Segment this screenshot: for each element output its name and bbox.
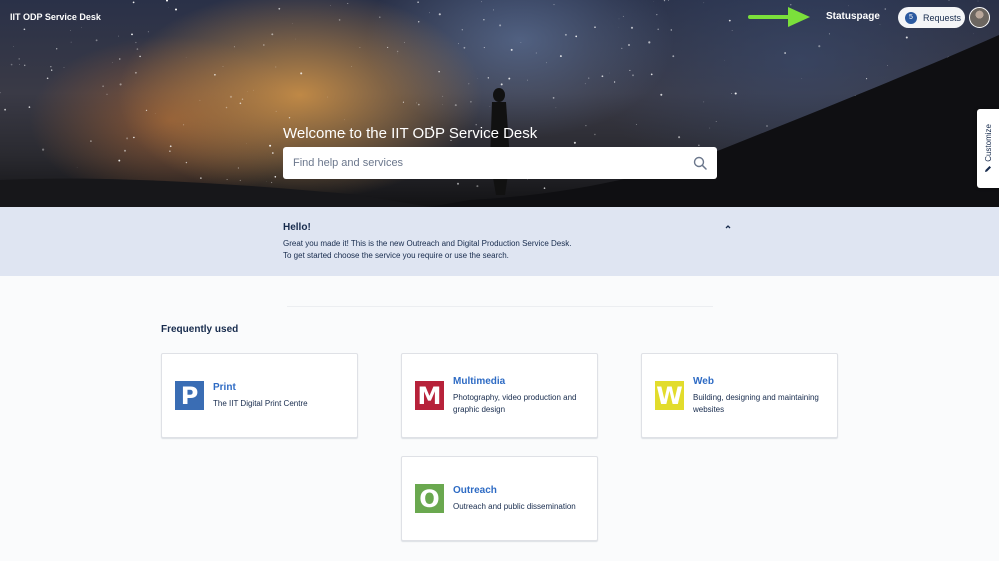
- service-card-web[interactable]: W Web Building, designing and maintainin…: [641, 353, 838, 438]
- search-box[interactable]: [283, 147, 717, 179]
- service-description: The IIT Digital Print Centre: [213, 399, 308, 408]
- service-card-outreach[interactable]: O Outreach Outreach and public dissemina…: [401, 456, 598, 541]
- search-input[interactable]: [293, 157, 693, 169]
- web-icon: W: [655, 381, 684, 410]
- multimedia-icon: M: [415, 381, 444, 410]
- user-avatar[interactable]: [969, 7, 990, 28]
- pencil-icon: [985, 166, 991, 173]
- service-card-print[interactable]: P Print The IIT Digital Print Centre: [161, 353, 358, 438]
- app-title[interactable]: IIT ODP Service Desk: [10, 12, 101, 22]
- announcement-banner: Hello! Great you made it! This is the ne…: [0, 207, 999, 276]
- search-icon[interactable]: [693, 156, 707, 170]
- requests-label: Requests: [923, 12, 962, 23]
- section-divider: [287, 306, 713, 307]
- announcement-line-1: Great you made it! This is the new Outre…: [283, 239, 572, 248]
- annotation-arrow-icon: [748, 7, 810, 27]
- statuspage-link[interactable]: Statuspage: [826, 11, 880, 22]
- service-description: Outreach and public dissemination: [453, 502, 576, 511]
- customize-button[interactable]: Customize: [977, 109, 999, 188]
- main-content: Frequently used P Print The IIT Digital …: [0, 276, 999, 561]
- announcement-title: Hello!: [283, 222, 311, 233]
- welcome-heading: Welcome to the IIT ODP Service Desk: [283, 125, 538, 142]
- service-title[interactable]: Web: [693, 376, 714, 387]
- service-title[interactable]: Print: [213, 382, 236, 393]
- chevron-up-icon[interactable]: [723, 222, 733, 232]
- hero-banner: IIT ODP Service Desk Statuspage 5 Reques…: [0, 0, 999, 207]
- outreach-icon: O: [415, 484, 444, 513]
- service-title[interactable]: Multimedia: [453, 376, 505, 387]
- announcement-text: Great you made it! This is the new Outre…: [283, 238, 571, 262]
- requests-count-badge: 5: [905, 11, 917, 24]
- service-description: Photography, video production and graphi…: [453, 393, 577, 414]
- announcement-line-2: To get started choose the service you re…: [283, 251, 509, 260]
- service-description: Building, designing and maintaining webs…: [693, 393, 819, 414]
- service-card-multimedia[interactable]: M Multimedia Photography, video producti…: [401, 353, 598, 438]
- customize-label: Customize: [983, 123, 993, 162]
- frequently-used-heading: Frequently used: [161, 324, 239, 335]
- service-title[interactable]: Outreach: [453, 485, 497, 496]
- requests-button[interactable]: 5 Requests: [898, 7, 965, 28]
- print-icon: P: [175, 381, 204, 410]
